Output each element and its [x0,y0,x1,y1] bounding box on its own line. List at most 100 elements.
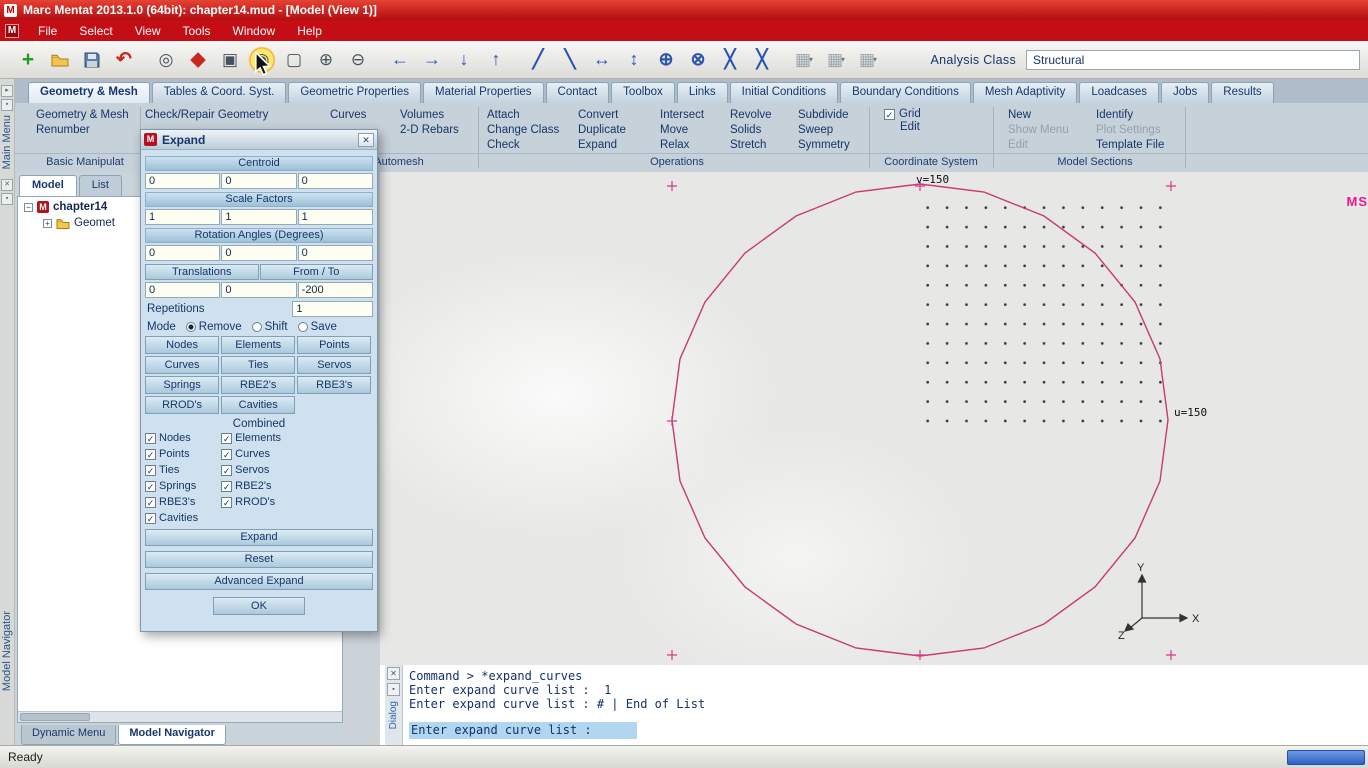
reset-button[interactable]: Reset [145,551,373,568]
main-tab[interactable]: Geometric Properties [288,82,422,103]
combined-checkbox[interactable]: ✓ RBE2's [221,480,297,492]
repetitions-input[interactable] [292,301,373,317]
main-tab[interactable]: Initial Conditions [729,82,839,103]
centroid-y-input[interactable] [221,173,297,189]
translation-x-input[interactable] [145,282,221,298]
entity-button[interactable]: Elements [221,336,296,354]
ribbon-stretch-link[interactable]: Stretch [730,138,772,153]
pan-left-icon[interactable]: ← [386,46,414,74]
console-prompt[interactable]: Enter expand curve list : [409,722,637,739]
translations-button[interactable]: Translations [145,264,259,280]
entity-button[interactable]: Points [297,336,372,354]
main-tab[interactable]: Toolbox [611,82,675,103]
combined-checkbox[interactable]: ✓ Servos [221,464,297,476]
grid-checkbox[interactable]: ✓ Grid [884,108,921,120]
ribbon-sweep-link[interactable]: Sweep [798,123,850,138]
combined-checkbox[interactable]: ✓ Ties [145,464,221,476]
ribbon-symmetry-link[interactable]: Symmetry [798,138,850,153]
main-tab[interactable]: Mesh Adaptivity [972,82,1078,103]
scrollbar-thumb[interactable] [20,713,90,721]
rotate-z-icon[interactable]: ⊗ [684,46,712,74]
tab-list[interactable]: List [78,175,122,196]
advanced-expand-button[interactable]: Advanced Expand [145,573,373,590]
translation-y-input[interactable] [221,282,297,298]
graphics-viewport[interactable]: X Y Z v=150 u=150 MS [380,172,1368,665]
entity-button[interactable]: RBE2's [221,376,296,394]
ribbon-geometry-mesh-link[interactable]: Geometry & Mesh [36,108,129,123]
main-tab[interactable]: Tables & Coord. Syst. [151,82,287,103]
main-tab[interactable]: Boundary Conditions [840,82,971,103]
scale-z-input[interactable] [297,209,373,225]
centroid-z-input[interactable] [297,173,373,189]
combined-checkbox[interactable]: ✓ Nodes [145,432,221,444]
shear-y-icon[interactable]: ╳ [748,46,776,74]
main-tab[interactable]: Links [676,82,728,103]
combined-checkbox[interactable]: ✓ Points [145,448,221,460]
zoom-in-icon[interactable]: ⊕ [312,46,340,74]
new-file-icon[interactable]: + [14,46,42,74]
entity-button[interactable]: Cavities [221,396,296,414]
translation-z-input[interactable] [297,282,373,298]
zoom-dynamic-icon[interactable]: ◎ [152,46,180,74]
ribbon-check-repair-link[interactable]: Check/Repair Geometry [145,108,268,123]
expand-icon[interactable]: + [43,218,52,228]
scale-x-input[interactable] [145,209,221,225]
pan-right-icon[interactable]: → [418,46,446,74]
reset-view-icon[interactable]: ◉ [248,45,276,74]
rotate-x-icon[interactable]: ⊕ [652,46,680,74]
ribbon-intersect-link[interactable]: Intersect [660,108,704,123]
fill-view-icon[interactable]: ◆ [184,46,212,74]
entity-button[interactable]: Nodes [145,336,220,354]
rotate-cw-icon[interactable]: ╱ [524,46,552,74]
ribbon-subdivide-link[interactable]: Subdivide [798,108,850,123]
dock-pin-icon[interactable]: ▪ [1,99,13,111]
undo-icon[interactable]: ↶ [110,46,138,74]
rotation-x-input[interactable] [145,245,221,261]
entity-button[interactable]: Servos [297,356,372,374]
rotation-y-input[interactable] [221,245,297,261]
ribbon-convert-link[interactable]: Convert [578,108,626,123]
entity-button[interactable]: Springs [145,376,220,394]
select-box-icon[interactable]: ▣ [216,46,244,74]
mode-shift-radio[interactable]: Shift [251,321,288,333]
combined-checkbox[interactable]: ✓ Elements [221,432,297,444]
mode-remove-radio[interactable]: Remove [185,321,242,333]
centroid-x-input[interactable] [145,173,221,189]
tab-model-navigator[interactable]: Model Navigator [118,725,226,745]
main-tab[interactable]: Jobs [1161,82,1210,103]
ribbon-new-link[interactable]: New [1008,108,1069,123]
panel-pin-icon[interactable]: ▪ [1,193,13,205]
tab-model[interactable]: Model [19,175,77,196]
dialog-close-icon[interactable]: ✕ [358,132,374,147]
translate-x-icon[interactable]: ↔ [588,46,616,74]
expand-button[interactable]: Expand [145,529,373,546]
entity-button[interactable]: RBE3's [297,376,372,394]
expanded-circle-curve[interactable] [671,183,1169,657]
ribbon-coord-edit-link[interactable]: Edit [900,120,921,135]
menu-help[interactable]: Help [286,22,333,40]
combined-checkbox[interactable]: ✓ Curves [221,448,297,460]
ribbon-move-link[interactable]: Move [660,123,704,138]
menu-window[interactable]: Window [222,22,287,40]
combined-checkbox[interactable]: ✓ Cavities [145,512,221,524]
ribbon-change-class-link[interactable]: Change Class [487,123,559,138]
combined-checkbox[interactable]: ✓ RBE3's [145,496,221,508]
main-tab[interactable]: Contact [545,82,610,103]
menu-file[interactable]: File [27,22,68,40]
dialog-titlebar[interactable]: M Expand ✕ [141,130,377,150]
main-tab[interactable]: Material Properties [423,82,544,103]
console-pin-icon[interactable]: ▪ [387,683,400,696]
entity-button[interactable]: RROD's [145,396,220,414]
open-file-icon[interactable] [46,46,74,74]
console-close-icon[interactable]: ✕ [387,667,400,680]
combined-checkbox[interactable]: ✓ Springs [145,480,221,492]
menu-view[interactable]: View [124,22,172,40]
menu-tools[interactable]: Tools [172,22,222,40]
ribbon-curves-link[interactable]: Curves [330,108,366,123]
panel-close-icon[interactable]: ✕ [1,179,13,191]
from-to-button[interactable]: From / To [259,264,373,280]
ribbon-renumber-link[interactable]: Renumber [36,123,129,138]
main-tab[interactable]: Geometry & Mesh [28,82,150,103]
ok-button[interactable]: OK [213,597,305,615]
save-icon[interactable] [78,46,106,74]
